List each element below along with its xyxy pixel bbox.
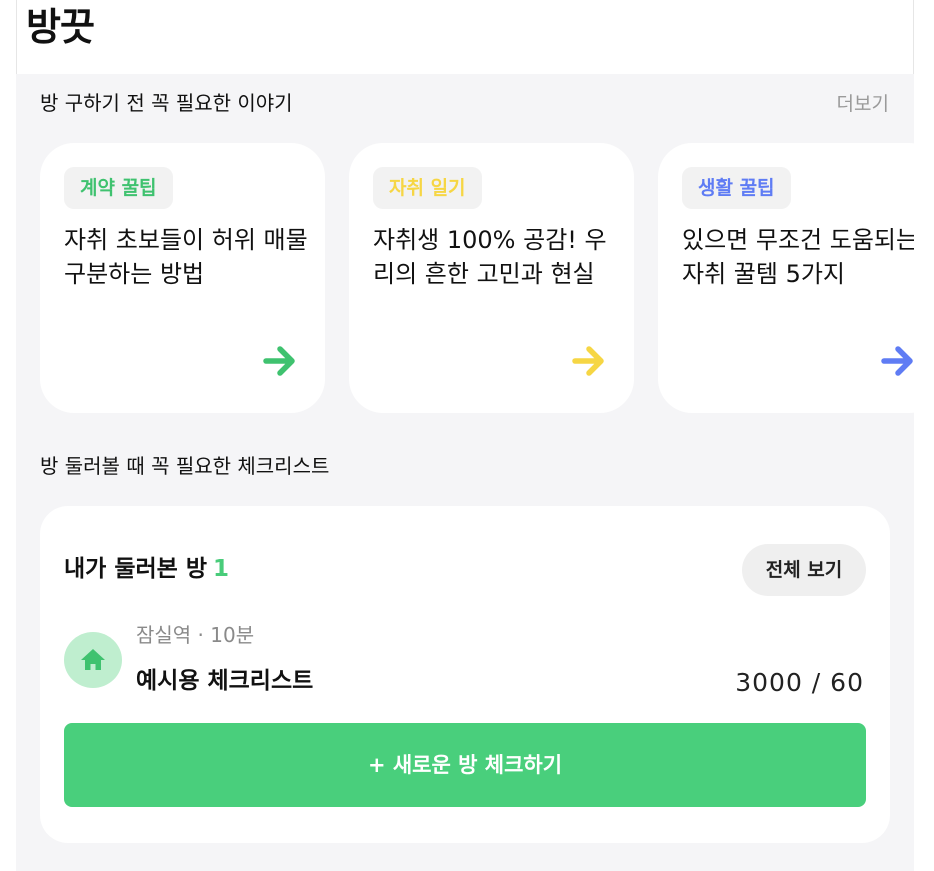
home-icon <box>81 649 105 670</box>
story-card-title: 있으면 무조건 도움되는 자취 꿀템 5가지 <box>682 226 914 288</box>
visited-rooms-count: 1 <box>212 556 229 582</box>
room-checklist-name[interactable]: 예시용 체크리스트 <box>136 664 313 698</box>
story-card-tag: 계약 꿀팁 <box>64 167 173 209</box>
room-location: 잠실역 · 10분 <box>136 623 255 647</box>
visited-rooms-heading: 내가 둘러본 방1 <box>64 552 229 586</box>
story-card-title: 자취 초보들이 허위 매물 구분하는 방법 <box>64 226 308 288</box>
arrow-right-icon <box>263 346 295 376</box>
story-card-contract-tips[interactable]: 계약 꿀팁 자취 초보들이 허위 매물 구분하는 방법 <box>40 143 325 413</box>
story-card-carousel: 계약 꿀팁 자취 초보들이 허위 매물 구분하는 방법 자취 일기 자취생 10… <box>40 143 914 413</box>
story-card-tag: 생활 꿀팁 <box>682 167 791 209</box>
story-card-living-diary[interactable]: 자취 일기 자취생 100% 공감! 우리의 흔한 고민과 현실 <box>349 143 634 413</box>
story-card-tag: 자취 일기 <box>373 167 482 209</box>
room-avatar <box>64 632 122 688</box>
checklist-card: 내가 둘러본 방1 전체 보기 잠실역 · 10분 예시용 체크리스트 3000… <box>40 506 890 843</box>
stories-section-title: 방 구하기 전 꼭 필요한 이야기 <box>40 91 293 115</box>
view-all-button[interactable]: 전체 보기 <box>742 544 866 596</box>
visited-rooms-label: 내가 둘러본 방 <box>64 556 207 582</box>
checklist-section-title: 방 둘러볼 때 꼭 필요한 체크리스트 <box>40 454 330 478</box>
new-room-check-button[interactable]: + 새로운 방 체크하기 <box>64 723 866 807</box>
arrow-right-icon <box>881 346 913 376</box>
story-card-life-tips[interactable]: 생활 꿀팁 있으면 무조건 도움되는 자취 꿀템 5가지 <box>658 143 914 413</box>
arrow-right-icon <box>572 346 604 376</box>
app-logo: 방끗 <box>26 5 95 49</box>
more-link[interactable]: 더보기 <box>837 90 889 118</box>
room-score: 3000 / 60 <box>735 668 864 697</box>
story-card-title: 자취생 100% 공감! 우리의 흔한 고민과 현실 <box>373 226 607 288</box>
